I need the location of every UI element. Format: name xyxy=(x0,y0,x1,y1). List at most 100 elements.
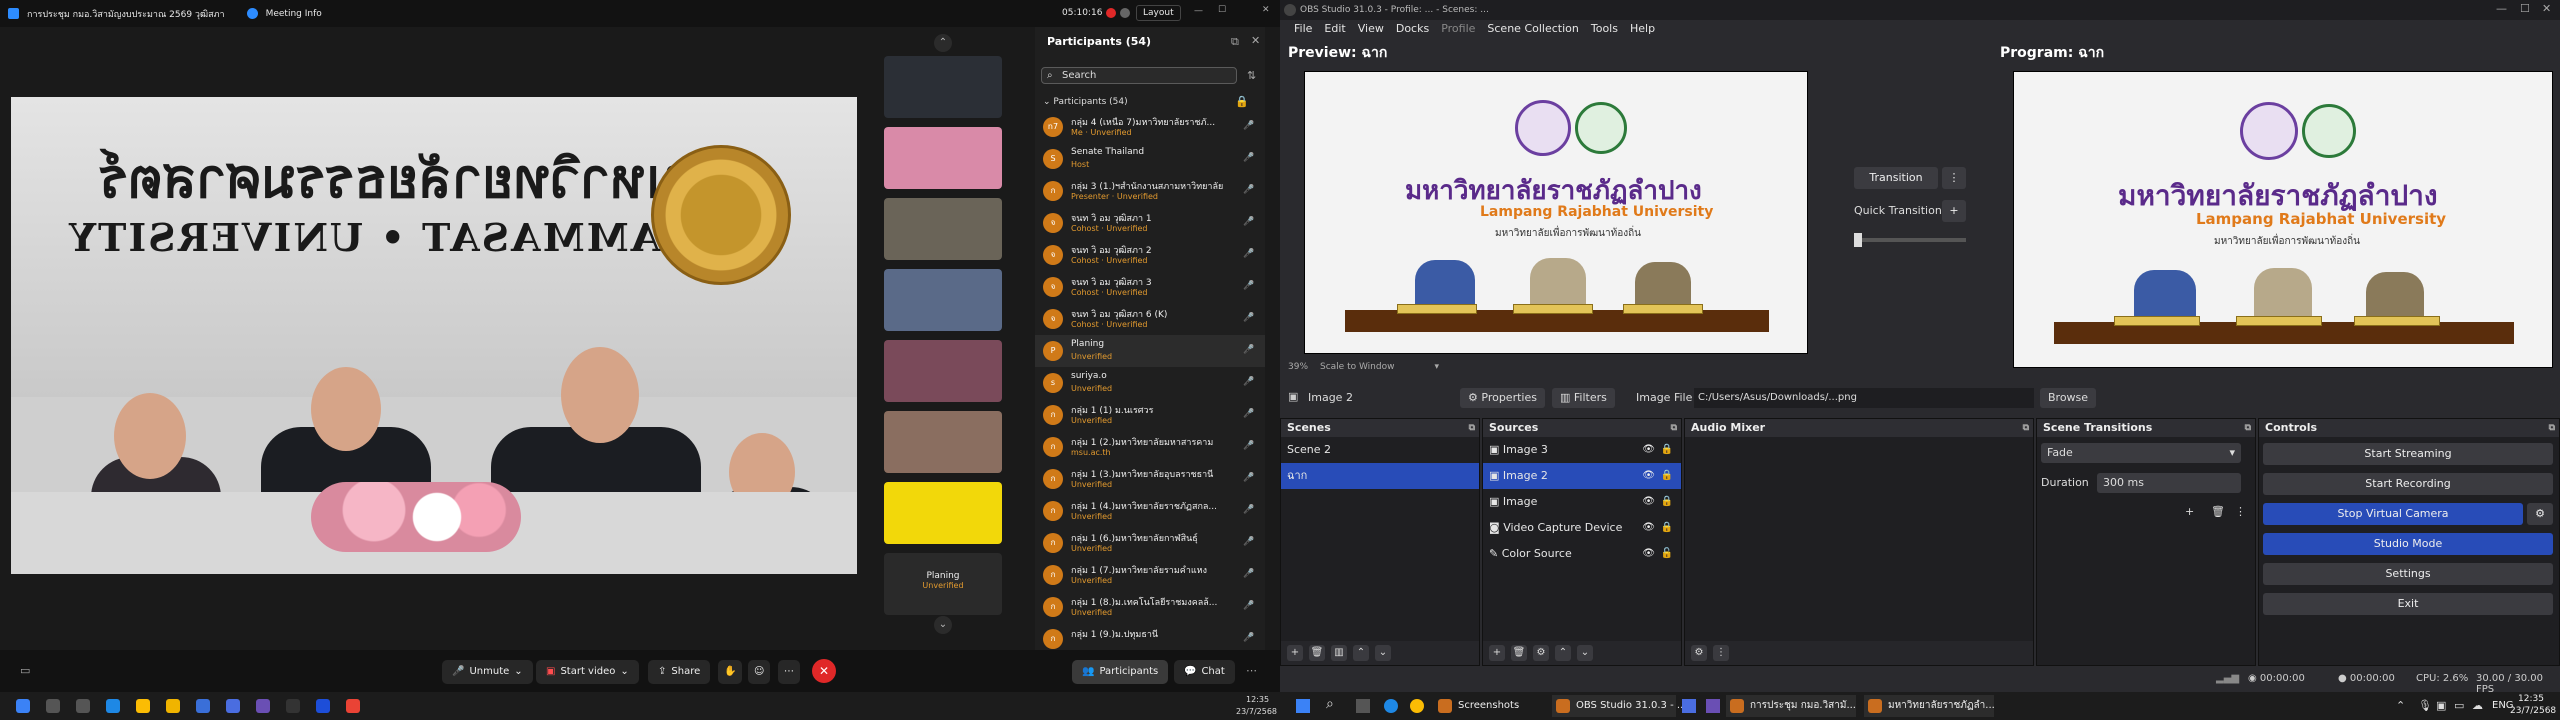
participant-row[interactable]: s suriya.o Unverified 🎤 xyxy=(1035,367,1265,399)
dock-menu-icon[interactable]: ⧉ xyxy=(1469,419,1475,437)
menu-help[interactable]: Help xyxy=(1624,20,1661,38)
transition-button[interactable]: Transition xyxy=(1854,167,1938,189)
dock-menu-icon[interactable]: ⧉ xyxy=(1671,419,1677,437)
eye-icon[interactable]: 👁 xyxy=(1642,489,1655,515)
add-icon[interactable]: + xyxy=(1287,645,1303,661)
close-panel-icon[interactable]: ✕ xyxy=(1251,34,1260,47)
close-icon[interactable]: ✕ xyxy=(2542,2,2551,15)
leave-button[interactable]: ✕ xyxy=(812,659,836,683)
scene-item-selected[interactable]: ฉาก xyxy=(1281,463,1479,489)
dock-menu-icon[interactable]: ⧉ xyxy=(2023,419,2029,437)
minimize-icon[interactable]: — xyxy=(1194,6,1203,16)
scene-item[interactable]: Scene 2 xyxy=(1281,437,1479,463)
info-icon[interactable] xyxy=(246,8,258,19)
video-tile[interactable] xyxy=(884,56,1002,118)
clock-time[interactable]: 12:35 xyxy=(2518,694,2544,704)
transition-menu-button[interactable]: ⋮ xyxy=(1942,167,1966,189)
taskbar-app-chrome[interactable]: มหาวิทยาลัยราชภัฏลำ... xyxy=(1864,695,1995,717)
eye-icon[interactable]: 👁 xyxy=(1642,437,1655,463)
lock-icon[interactable]: 🔒 xyxy=(1661,489,1673,515)
apps-button[interactable]: ☺ xyxy=(748,660,771,684)
edge-icon[interactable] xyxy=(106,699,120,713)
participants-button[interactable]: 👥 Participants xyxy=(1072,660,1169,684)
transition-type-select[interactable]: Fade ▾ xyxy=(2041,443,2241,463)
folder-icon[interactable] xyxy=(166,699,180,713)
dock-menu-icon[interactable]: ⧉ xyxy=(2549,419,2555,437)
video-tile[interactable] xyxy=(884,198,1002,260)
task-view-icon[interactable] xyxy=(1356,699,1370,713)
participant-row[interactable]: จ จนท วิ อม วุฒิสภา 3 Cohost · Unverified 🎤 xyxy=(1035,271,1265,303)
participants-search-input[interactable]: ⌕ Search xyxy=(1041,67,1237,84)
participant-row[interactable]: ก กลุ่ม 1 (1) ม.นเรศวร Unverified 🎤 xyxy=(1035,399,1265,431)
studio-mode-button[interactable]: Studio Mode xyxy=(2263,533,2553,555)
menu-edit[interactable]: Edit xyxy=(1318,20,1351,38)
app-icon[interactable] xyxy=(1706,699,1720,713)
plus-icon[interactable]: + xyxy=(2185,505,2194,518)
trash-icon[interactable]: 🗑 xyxy=(1511,645,1527,661)
participant-row[interactable]: ก กลุ่ม 1 (2.)มหาวิทยาลัยมหาสารคาม msu.ac.… xyxy=(1035,431,1265,463)
filmstrip-up-icon[interactable]: ⌃ xyxy=(934,34,952,52)
menu-tools[interactable]: Tools xyxy=(1585,20,1624,38)
search-icon[interactable]: ⌕ xyxy=(1326,696,1334,712)
maximize-icon[interactable]: ☐ xyxy=(2520,2,2530,15)
trash-icon[interactable]: 🗑 xyxy=(1309,645,1325,661)
lock-icon[interactable]: 🔒 xyxy=(1661,515,1673,541)
participant-row[interactable]: ก กลุ่ม 3 (1.)ฯสำนักงานสภามหาวิทยาลัย Pres… xyxy=(1035,175,1265,207)
scale-dropdown[interactable]: Scale to Window ▾ xyxy=(1320,362,1439,372)
preview-screen[interactable]: มหาวิทยาลัยราชภัฏลำปาง Lampang Rajabhat … xyxy=(1304,71,1808,354)
menu-docks[interactable]: Docks xyxy=(1390,20,1435,38)
maximize-icon[interactable]: ☐ xyxy=(1218,5,1226,15)
search-icon[interactable] xyxy=(46,699,60,713)
cloud-icon[interactable]: ☁ xyxy=(2472,699,2483,712)
clock-date[interactable]: 23/7/2568 xyxy=(2510,706,2556,716)
minimize-icon[interactable]: — xyxy=(2496,2,2507,15)
participants-group-header[interactable]: ⌄ Participants (54) xyxy=(1043,97,1128,107)
gear-icon[interactable]: ⚙ xyxy=(1533,645,1549,661)
filmstrip-down-icon[interactable]: ⌄ xyxy=(934,616,952,634)
windows-icon[interactable] xyxy=(16,699,30,713)
t-bar-handle[interactable] xyxy=(1854,233,1862,247)
windows-icon[interactable] xyxy=(1296,699,1310,713)
dock-menu-icon[interactable]: ⧉ xyxy=(2245,419,2251,437)
camera-icon[interactable]: ▣ xyxy=(2436,699,2446,712)
participant-row[interactable]: S Senate Thailand Host 🎤 xyxy=(1035,143,1265,175)
chevron-up-icon[interactable]: ⌃ xyxy=(2396,699,2405,712)
add-quick-transition-button[interactable]: + xyxy=(1942,200,1966,222)
video-tile[interactable] xyxy=(884,340,1002,402)
virtual-camera-settings-button[interactable]: ⚙ xyxy=(2527,503,2553,525)
video-tile[interactable] xyxy=(884,411,1002,473)
filters-button[interactable]: ▥ Filters xyxy=(1552,388,1615,408)
captions-icon[interactable]: ▭ xyxy=(20,664,30,677)
participant-row[interactable]: ก กลุ่ม 1 (6.)มหาวิทยาลัยกาฬสินธุ์ Unverif… xyxy=(1035,527,1265,559)
taskbar-app-zoom[interactable]: การประชุม กมอ.วิสามั... xyxy=(1726,695,1856,717)
edge-icon[interactable] xyxy=(1384,699,1398,713)
arrow-up-icon[interactable]: ⌃ xyxy=(1353,645,1369,661)
source-item[interactable]: ◙ Video Capture Device 👁 🔒 xyxy=(1483,515,1681,541)
mic-icon[interactable]: 🎙 xyxy=(2418,699,2432,712)
share-button[interactable]: ⇪ Share xyxy=(648,660,711,684)
taskbar-app-screenshots[interactable]: Screenshots xyxy=(1434,695,1544,717)
menu-view[interactable]: View xyxy=(1352,20,1390,38)
settings-button[interactable]: Settings xyxy=(2263,563,2553,585)
video-tile-no-camera[interactable]: Planing Unverified xyxy=(884,553,1002,615)
arrow-up-icon[interactable]: ⌃ xyxy=(1555,645,1571,661)
more-vertical-icon[interactable]: ⋮ xyxy=(2235,505,2246,518)
app-icon[interactable] xyxy=(1682,699,1696,713)
source-item[interactable]: ▣ Image 3 👁 🔒 xyxy=(1483,437,1681,463)
participant-row[interactable]: n7 กลุ่ม 4 (เหนือ 7)มหาวิทยาลัยราชภั... Me… xyxy=(1035,111,1265,143)
taskbar-app-obs[interactable]: OBS Studio 31.0.3 - ... xyxy=(1552,695,1686,717)
source-item[interactable]: ▣ Image 👁 🔒 xyxy=(1483,489,1681,515)
participant-row[interactable]: ก กลุ่ม 1 (7.)มหาวิทยาลัยรามคำแหง Unverifi… xyxy=(1035,559,1265,591)
properties-button[interactable]: ⚙ Properties xyxy=(1460,388,1545,408)
reactions-button[interactable]: ✋ xyxy=(718,660,743,684)
source-item-selected[interactable]: ▣ Image 2 👁 🔒 xyxy=(1483,463,1681,489)
source-item[interactable]: ✎ Color Source 👁 🔓 xyxy=(1483,541,1681,567)
more-icon[interactable]: ⋯ xyxy=(1246,664,1257,677)
exit-button[interactable]: Exit xyxy=(2263,593,2553,615)
browse-button[interactable]: Browse xyxy=(2040,388,2097,408)
zoom-icon[interactable] xyxy=(316,699,330,713)
participant-row[interactable]: ก กลุ่ม 1 (3.)มหาวิทยาลัยอุบลราชธานี Unver… xyxy=(1035,463,1265,495)
arrow-down-icon[interactable]: ⌄ xyxy=(1375,645,1391,661)
start-streaming-button[interactable]: Start Streaming xyxy=(2263,443,2553,465)
app-icon[interactable] xyxy=(226,699,240,713)
